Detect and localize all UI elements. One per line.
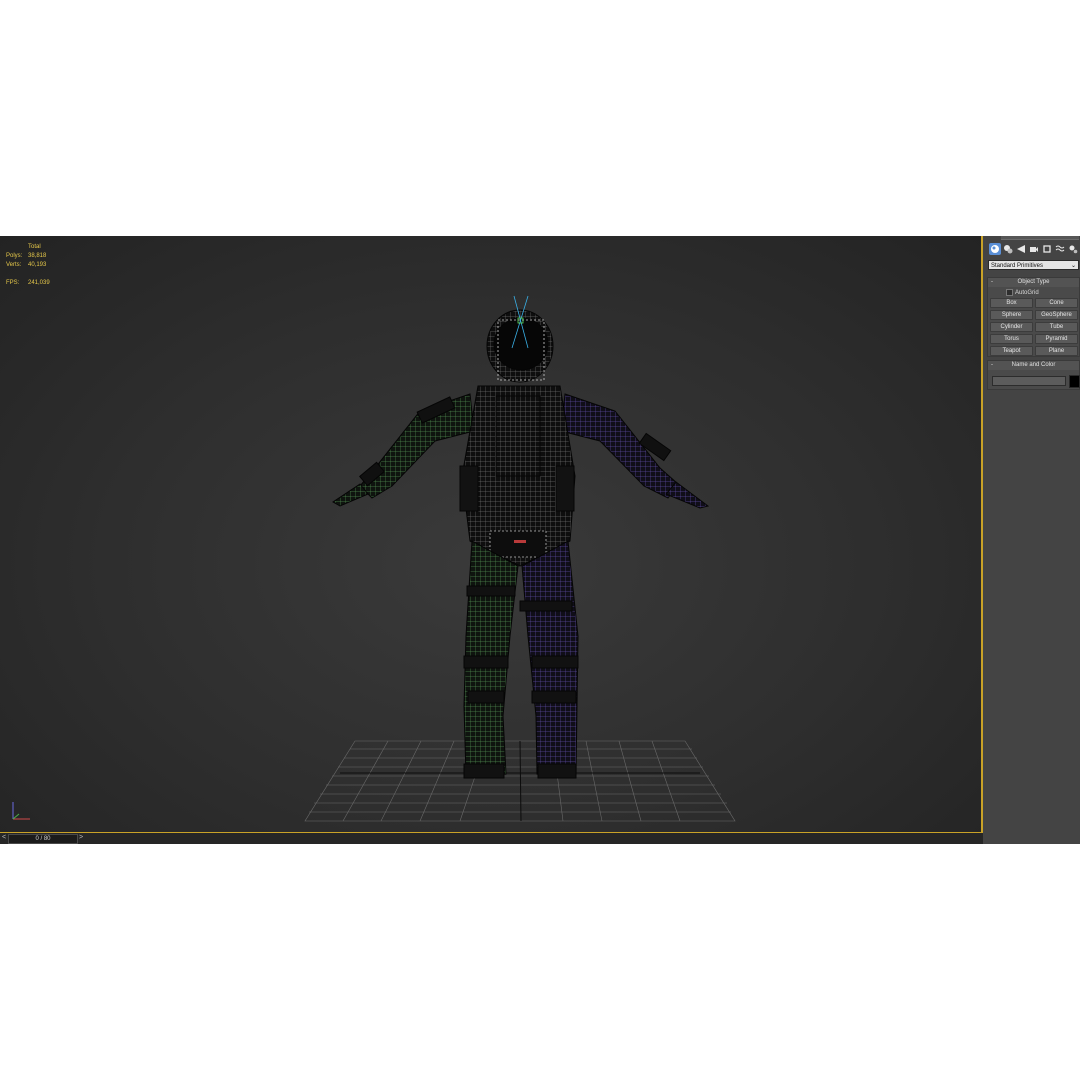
autogrid-label: AutoGrid — [1015, 289, 1039, 296]
checkbox-icon — [1006, 289, 1013, 296]
torus-button[interactable]: Torus — [990, 334, 1033, 344]
teapot-button[interactable]: Teapot — [990, 346, 1033, 356]
rollout-title: Object Type — [1017, 279, 1050, 285]
geometry-icon[interactable] — [989, 243, 1001, 255]
cameras-icon[interactable] — [1028, 243, 1040, 255]
character-wireframe — [332, 295, 710, 779]
shapes-icon[interactable] — [1002, 243, 1014, 255]
box-button[interactable]: Box — [990, 298, 1033, 308]
name-and-color-rollout-header[interactable]: - Name and Color — [988, 361, 1079, 370]
cone-button[interactable]: Cone — [1035, 298, 1078, 308]
systems-icon[interactable] — [1067, 243, 1079, 255]
chevron-down-icon: ⌄ — [1070, 263, 1076, 269]
rollout-title: Name and Color — [1011, 362, 1056, 368]
object-color-swatch[interactable] — [1069, 375, 1080, 388]
object-type-rollout: - Object Type AutoGrid Box Cone Sphere G… — [987, 277, 1080, 357]
geosphere-button[interactable]: GeoSphere — [1035, 310, 1078, 320]
create-category-icons — [989, 243, 1079, 255]
plane-button[interactable]: Plane — [1035, 346, 1078, 356]
command-panel-tabs[interactable] — [1001, 236, 1079, 240]
primitive-type-dropdown[interactable]: Standard Primitives ⌄ — [988, 260, 1079, 270]
dropdown-selected-value: Standard Primitives — [991, 263, 1044, 269]
sphere-button[interactable]: Sphere — [990, 310, 1033, 320]
name-and-color-rollout: - Name and Color — [987, 360, 1080, 390]
command-panel: Standard Primitives ⌄ - Object Type Auto… — [983, 236, 1080, 844]
object-type-rollout-header[interactable]: - Object Type — [988, 278, 1079, 287]
collapse-icon: - — [991, 362, 993, 368]
object-name-input[interactable] — [992, 376, 1066, 386]
scene-render — [12, 295, 736, 822]
axis-gizmo-icon — [12, 802, 30, 820]
autogrid-checkbox[interactable]: AutoGrid — [1006, 289, 1039, 296]
pyramid-button[interactable]: Pyramid — [1035, 334, 1078, 344]
timeline-next-button[interactable]: > — [77, 834, 85, 842]
space-warps-icon[interactable] — [1054, 243, 1066, 255]
3d-app-window: Total Polys: 38,818 Verts: 40,193 FPS: 241,… — [0, 236, 1080, 844]
lights-icon[interactable] — [1015, 243, 1027, 255]
timeline-frame-indicator[interactable]: 0 / 80 — [8, 834, 78, 844]
ground-grid — [304, 740, 736, 822]
helpers-icon[interactable] — [1041, 243, 1053, 255]
primitive-buttons: Box Cone Sphere GeoSphere Cylinder Tube … — [990, 298, 1078, 356]
cylinder-button[interactable]: Cylinder — [990, 322, 1033, 332]
timeline-prev-button[interactable]: < — [0, 834, 8, 842]
collapse-icon: - — [991, 279, 993, 285]
perspective-viewport[interactable]: Total Polys: 38,818 Verts: 40,193 FPS: 241,… — [0, 236, 982, 833]
time-slider[interactable]: < 0 / 80 > — [0, 833, 983, 844]
tube-button[interactable]: Tube — [1035, 322, 1078, 332]
